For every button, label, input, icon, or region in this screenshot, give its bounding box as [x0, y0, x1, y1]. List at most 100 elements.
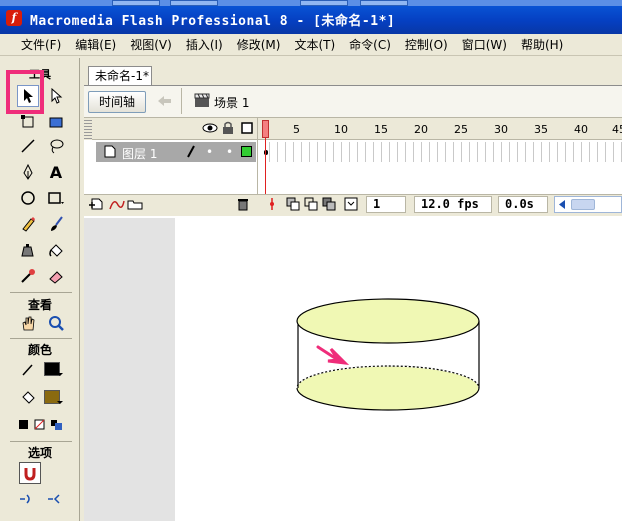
line-tool[interactable]: [17, 135, 39, 157]
lock-dot[interactable]: •: [226, 145, 233, 159]
add-folder-icon[interactable]: [126, 197, 144, 211]
menu-text[interactable]: 文本(T): [287, 35, 342, 55]
edit-bar-divider: [181, 88, 182, 114]
pen-tool[interactable]: [17, 161, 39, 183]
taskbar-button[interactable]: [112, 0, 160, 6]
hand-tool[interactable]: [17, 312, 39, 334]
paint-bucket-icon: [49, 244, 63, 257]
panel-grip[interactable]: [84, 118, 92, 140]
eyedropper-tool[interactable]: [17, 265, 39, 287]
outline-square-icon[interactable]: [241, 122, 253, 134]
layer-outline-color[interactable]: [241, 146, 252, 157]
brush-icon: [51, 216, 63, 231]
scroll-left-icon[interactable]: [557, 199, 567, 210]
text-tool[interactable]: A: [45, 161, 67, 183]
pencil-icon: [22, 217, 35, 232]
cylinder-top-ellipse[interactable]: [296, 298, 480, 344]
eyedropper-icon: [21, 269, 35, 283]
straighten-option[interactable]: [45, 488, 67, 510]
lock-icon[interactable]: [222, 121, 234, 135]
menu-bar: 文件(F) 编辑(E) 视图(V) 插入(I) 修改(M) 文本(T) 命令(C…: [0, 34, 622, 56]
edit-pencil-icon: [187, 145, 195, 158]
modify-onion-markers-icon[interactable]: [344, 197, 358, 211]
taskbar-button[interactable]: [170, 0, 218, 6]
taskbar-button[interactable]: [360, 0, 408, 6]
stroke-color-label: [17, 358, 39, 380]
cylinder-drawing[interactable]: [290, 290, 490, 420]
title-bar: f Macromedia Flash Professional 8 - [未命名…: [0, 0, 622, 34]
gradient-transform-tool[interactable]: [45, 111, 67, 133]
lasso-tool[interactable]: [45, 135, 67, 157]
onion-skin-outlines-icon[interactable]: [304, 197, 318, 211]
swap-colors-icon[interactable]: [17, 418, 67, 432]
frame-number: 40: [574, 123, 588, 136]
brush-tool[interactable]: [45, 213, 67, 235]
toolbox-options-header: 选项: [27, 446, 52, 460]
fill-bucket-icon: [22, 391, 35, 404]
transform-icon: [21, 115, 34, 128]
frame-cells[interactable]: [262, 142, 622, 162]
subselection-tool[interactable]: [45, 85, 67, 107]
center-frame-icon[interactable]: [266, 197, 278, 211]
timeline-horizontal-scrollbar[interactable]: [554, 196, 622, 213]
layer-page-icon: [104, 145, 116, 158]
toolbox-panel: 工具 A 查看 颜色 选项: [0, 58, 80, 521]
ink-bottle-tool[interactable]: [17, 239, 39, 261]
paint-bucket-tool[interactable]: [45, 239, 67, 261]
layer-name[interactable]: 图层 1: [122, 145, 157, 162]
clapperboard-icon: [194, 93, 210, 107]
toolbox-colors-header: 颜色: [27, 343, 52, 357]
menu-commands[interactable]: 命令(C): [342, 35, 398, 55]
smooth-option[interactable]: [17, 488, 39, 510]
current-frame-field: 1: [366, 196, 406, 213]
oval-tool[interactable]: [17, 187, 39, 209]
frame-number: 25: [454, 123, 468, 136]
document-tab[interactable]: 未命名-1*: [88, 66, 152, 86]
onion-skin-icon[interactable]: [286, 197, 300, 211]
scroll-thumb[interactable]: [571, 199, 595, 210]
menu-window[interactable]: 窗口(W): [455, 35, 514, 55]
scene-label[interactable]: 场景 1: [214, 94, 249, 111]
menu-help[interactable]: 帮助(H): [514, 35, 570, 55]
rectangle-tool[interactable]: [45, 187, 67, 209]
menu-control[interactable]: 控制(O): [398, 35, 455, 55]
oval-icon: [21, 191, 35, 205]
color-swap-buttons: [16, 414, 68, 436]
back-arrow-icon[interactable]: [156, 95, 172, 107]
edit-multiple-frames-icon[interactable]: [322, 197, 336, 211]
gradient-icon: [49, 117, 63, 128]
add-motion-guide-icon[interactable]: [108, 197, 126, 211]
menu-edit[interactable]: 编辑(E): [68, 35, 123, 55]
eraser-icon: [49, 271, 63, 284]
flash-app-icon[interactable]: f: [6, 10, 22, 26]
fill-color-label: [17, 386, 39, 408]
trash-icon[interactable]: [236, 197, 250, 211]
eye-icon[interactable]: [202, 122, 218, 134]
frame-rate-field[interactable]: 12.0 fps: [414, 196, 492, 213]
frame-number: 5: [293, 123, 300, 136]
zoom-tool[interactable]: [45, 312, 67, 334]
menu-file[interactable]: 文件(F): [14, 35, 68, 55]
pencil-tool[interactable]: [17, 213, 39, 235]
add-layer-icon[interactable]: [88, 197, 106, 211]
menu-modify[interactable]: 修改(M): [230, 35, 288, 55]
subselect-arrow-icon: [51, 88, 63, 104]
stroke-pencil-icon: [22, 364, 33, 376]
smooth-curve-icon: [20, 494, 30, 504]
free-transform-tool[interactable]: [17, 111, 39, 133]
toolbox-view-header: 查看: [27, 298, 52, 312]
menu-view[interactable]: 视图(V): [123, 35, 179, 55]
visibility-dot[interactable]: •: [206, 145, 213, 159]
snap-to-objects-option[interactable]: [19, 462, 41, 484]
toolbox-divider: [10, 338, 72, 339]
window-title: Macromedia Flash Professional 8 - [未命名-1…: [30, 14, 396, 29]
elapsed-time-field: 0.0s: [498, 196, 548, 213]
ink-bottle-icon: [21, 244, 34, 257]
timeline-toggle-button[interactable]: 时间轴: [88, 91, 146, 113]
menu-insert[interactable]: 插入(I): [179, 35, 230, 55]
frame-number: 10: [334, 123, 348, 136]
frame-number: 30: [494, 123, 508, 136]
taskbar-button[interactable]: [300, 0, 348, 6]
frame-number: 35: [534, 123, 548, 136]
eraser-tool[interactable]: [45, 265, 67, 287]
